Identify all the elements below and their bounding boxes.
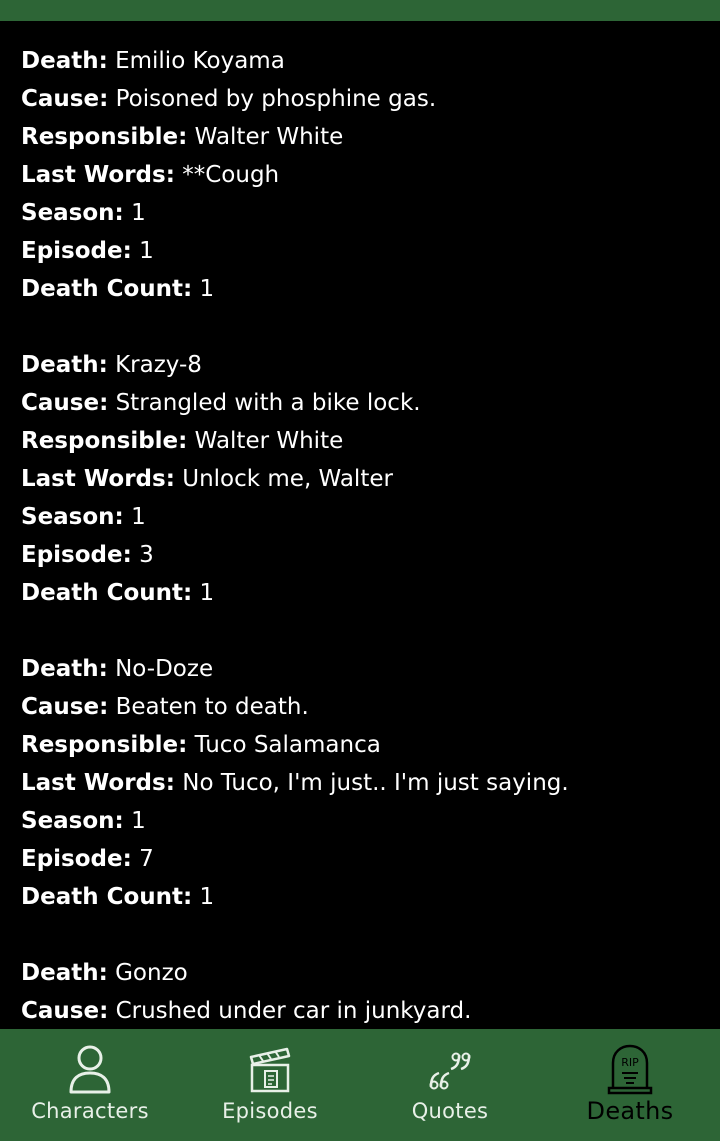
death-entry: Death: Emilio Koyama Cause: Poisoned by … [21, 42, 720, 308]
deaths-list[interactable]: Death: Emilio Koyama Cause: Poisoned by … [0, 21, 720, 1029]
episode-value: 7 [139, 846, 154, 872]
last-words-value: **Cough [182, 162, 280, 188]
responsible-value: Tuco Salamanca [194, 732, 381, 758]
nav-deaths[interactable]: RIP Deaths [540, 1029, 720, 1141]
cause-field: Cause: Strangled with a bike lock. [21, 384, 720, 422]
season-value: 1 [131, 808, 146, 834]
cause-field: Cause: Beaten to death. [21, 688, 720, 726]
cause-value: Beaten to death. [115, 694, 309, 720]
last-words-label: Last Words: [21, 466, 175, 492]
death-value: Gonzo [115, 960, 188, 986]
death-label: Death: [21, 656, 108, 682]
death-field: Death: Emilio Koyama [21, 42, 720, 80]
responsible-value: Walter White [194, 428, 344, 454]
death-entry: Death: Gonzo Cause: Crushed under car in… [21, 954, 720, 1029]
season-field: Season: 1 [21, 498, 720, 536]
cause-label: Cause: [21, 694, 109, 720]
last-words-field: Last Words: Unlock me, Walter [21, 460, 720, 498]
person-icon [69, 1045, 111, 1094]
responsible-field: Responsible: Tuco Salamanca [21, 726, 720, 764]
death-field: Death: No-Doze [21, 650, 720, 688]
last-words-label: Last Words: [21, 162, 175, 188]
nav-quotes-label: Quotes [411, 1099, 489, 1123]
death-count-label: Death Count: [21, 884, 193, 910]
clapperboard-icon [249, 1047, 291, 1093]
season-label: Season: [21, 200, 124, 226]
tombstone-icon: RIP [607, 1044, 653, 1095]
responsible-value: Walter White [194, 124, 344, 150]
episode-field: Episode: 7 [21, 840, 720, 878]
nav-characters[interactable]: Characters [0, 1029, 180, 1141]
last-words-label: Last Words: [21, 770, 175, 796]
nav-quotes[interactable]: Quotes [360, 1029, 540, 1141]
responsible-field: Responsible: Walter White [21, 422, 720, 460]
cause-field: Cause: Crushed under car in junkyard. [21, 992, 720, 1029]
death-count-value: 1 [199, 884, 215, 910]
death-count-value: 1 [199, 580, 215, 606]
cause-label: Cause: [21, 86, 109, 112]
death-value: Krazy-8 [115, 352, 202, 378]
cause-label: Cause: [21, 998, 109, 1024]
death-entry: Death: Krazy-8 Cause: Strangled with a b… [21, 346, 720, 612]
season-value: 1 [131, 504, 146, 530]
death-count-field: Death Count: 1 [21, 878, 720, 916]
episode-label: Episode: [21, 542, 132, 568]
responsible-label: Responsible: [21, 428, 188, 454]
death-label: Death: [21, 48, 108, 74]
episode-label: Episode: [21, 846, 132, 872]
season-label: Season: [21, 808, 124, 834]
cause-field: Cause: Poisoned by phosphine gas. [21, 80, 720, 118]
season-label: Season: [21, 504, 124, 530]
last-words-field: Last Words: **Cough [21, 156, 720, 194]
cause-value: Poisoned by phosphine gas. [115, 86, 437, 112]
death-count-value: 1 [199, 276, 215, 302]
tombstone-rip-text: RIP [621, 1056, 639, 1069]
death-field: Death: Krazy-8 [21, 346, 720, 384]
last-words-field: Last Words: No Tuco, I'm just.. I'm just… [21, 764, 720, 802]
death-count-label: Death Count: [21, 580, 193, 606]
season-value: 1 [131, 200, 146, 226]
death-field: Death: Gonzo [21, 954, 720, 992]
cause-value: Strangled with a bike lock. [115, 390, 421, 416]
death-count-label: Death Count: [21, 276, 193, 302]
season-field: Season: 1 [21, 802, 720, 840]
nav-episodes[interactable]: Episodes [180, 1029, 360, 1141]
last-words-value: No Tuco, I'm just.. I'm just saying. [182, 770, 569, 796]
death-count-field: Death Count: 1 [21, 270, 720, 308]
episode-field: Episode: 3 [21, 536, 720, 574]
episode-label: Episode: [21, 238, 132, 264]
cause-label: Cause: [21, 390, 109, 416]
death-label: Death: [21, 960, 108, 986]
episode-value: 1 [139, 238, 154, 264]
nav-episodes-label: Episodes [222, 1099, 318, 1123]
death-value: No-Doze [115, 656, 214, 682]
nav-deaths-label: Deaths [586, 1097, 674, 1125]
last-words-value: Unlock me, Walter [182, 466, 393, 492]
season-field: Season: 1 [21, 194, 720, 232]
nav-characters-label: Characters [31, 1099, 149, 1123]
death-count-field: Death Count: 1 [21, 574, 720, 612]
responsible-label: Responsible: [21, 124, 188, 150]
bottom-navigation: Characters Episodes Quotes RIP Deaths [0, 1029, 720, 1141]
responsible-field: Responsible: Walter White [21, 118, 720, 156]
status-bar [0, 0, 720, 21]
death-entry: Death: No-Doze Cause: Beaten to death. R… [21, 650, 720, 916]
quote-icon [429, 1052, 471, 1090]
death-value: Emilio Koyama [115, 48, 285, 74]
death-label: Death: [21, 352, 108, 378]
episode-field: Episode: 1 [21, 232, 720, 270]
episode-value: 3 [139, 542, 154, 568]
cause-value: Crushed under car in junkyard. [115, 998, 472, 1024]
responsible-label: Responsible: [21, 732, 188, 758]
